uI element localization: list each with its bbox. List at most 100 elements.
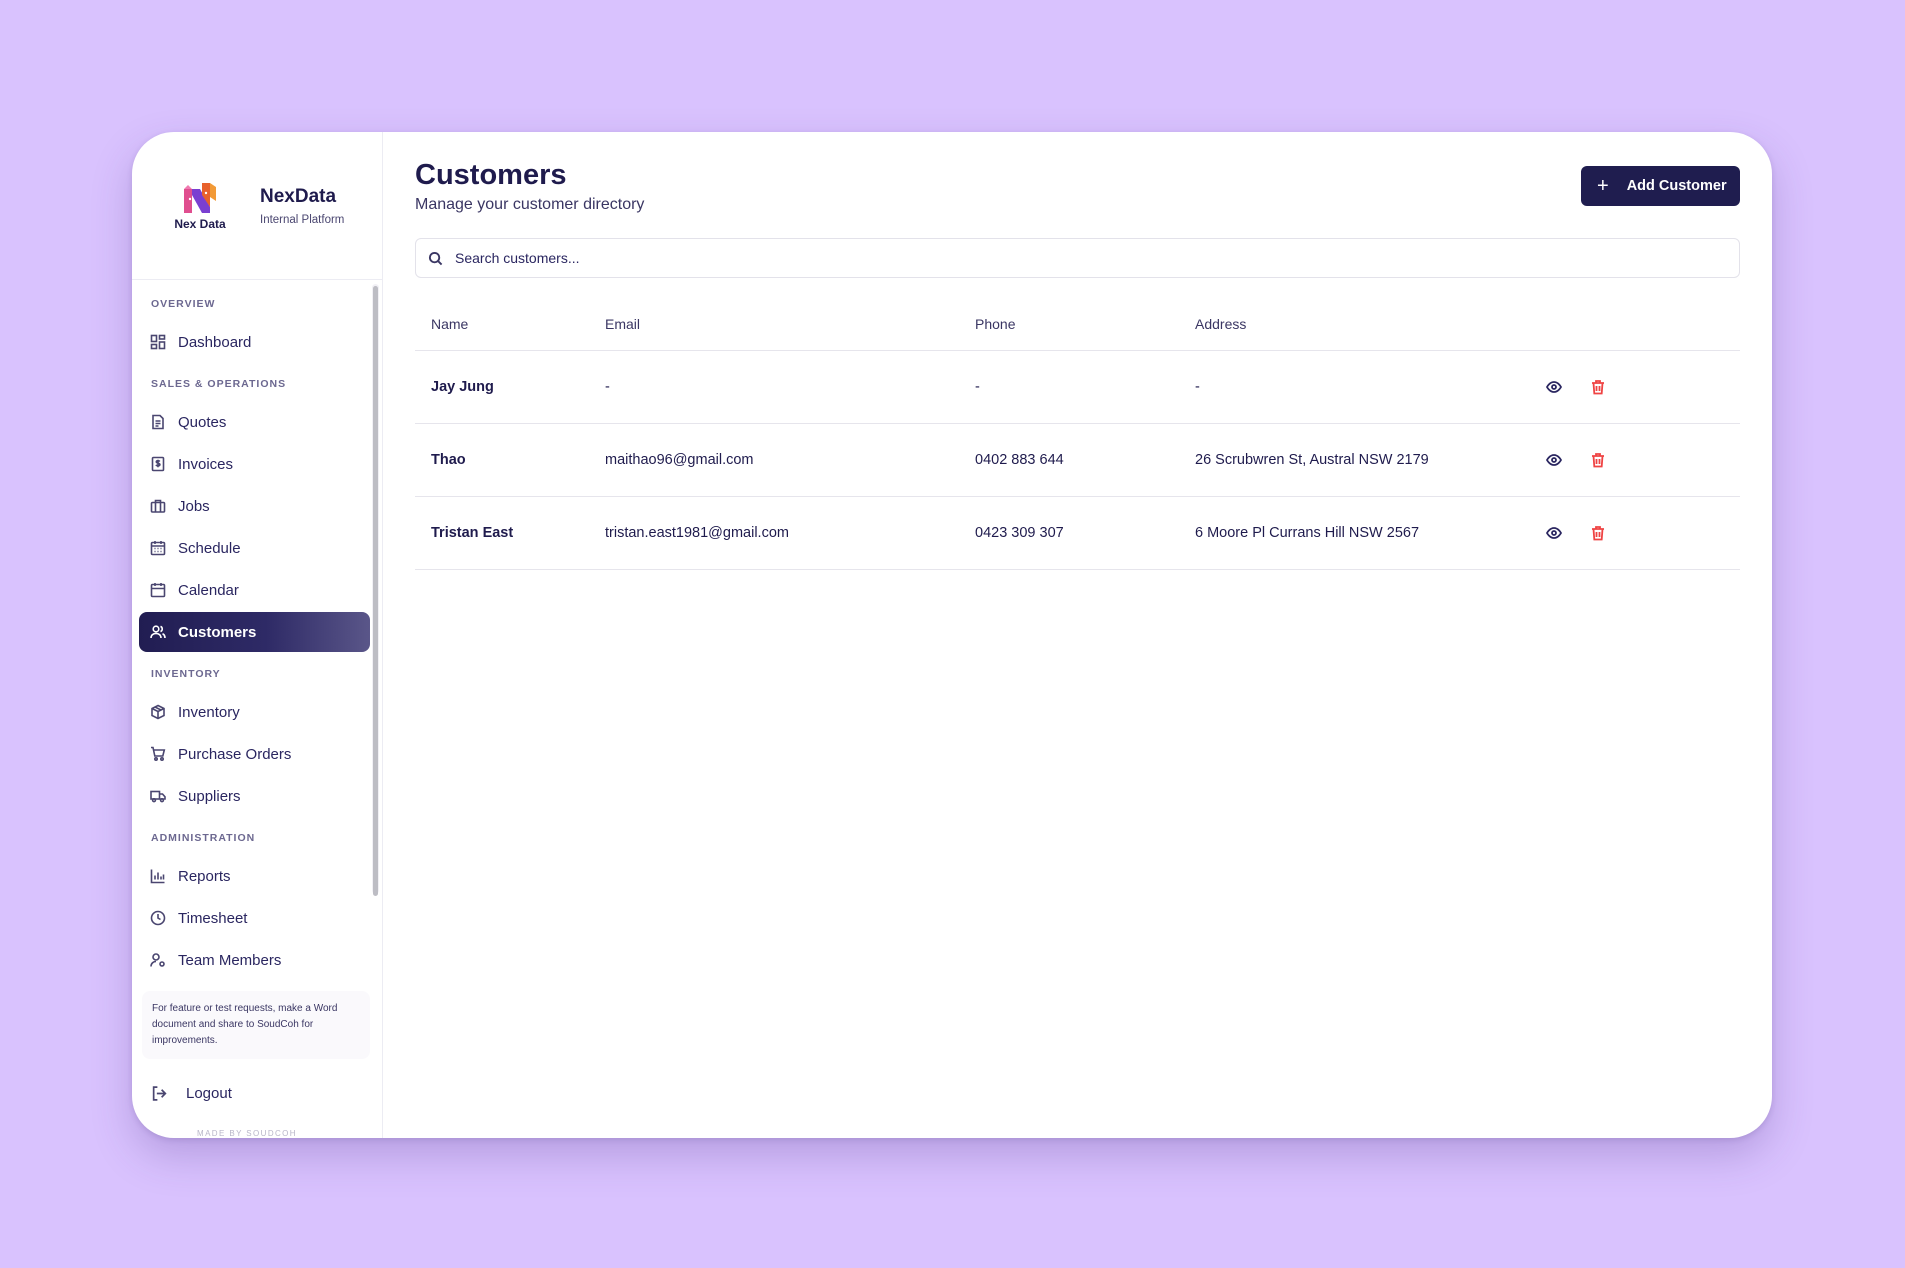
add-customer-button[interactable]: + Add Customer — [1581, 166, 1740, 206]
sidebar: Nex Data NexData Internal Platform OVERV… — [132, 132, 383, 1138]
customer-phone: 0402 883 644 — [975, 423, 1195, 497]
briefcase-icon — [150, 498, 166, 514]
column-header-address[interactable]: Address — [1195, 298, 1545, 351]
user-cog-icon — [150, 952, 166, 968]
package-icon — [150, 704, 166, 720]
plus-icon: + — [1597, 175, 1609, 197]
sidebar-item-reports[interactable]: Reports — [139, 856, 370, 896]
sidebar-item-label: Timesheet — [178, 909, 248, 927]
table-row[interactable]: Tristan East tristan.east1981@gmail.com … — [415, 496, 1740, 570]
brand-logo[interactable]: Nex Data — [170, 181, 230, 231]
row-actions — [1545, 350, 1740, 424]
customer-name: Jay Jung — [415, 350, 605, 424]
logout-button[interactable]: Logout — [132, 1075, 382, 1111]
page-title: Customers — [415, 159, 567, 191]
cart-icon — [150, 746, 166, 762]
delete-trash-icon[interactable] — [1589, 378, 1607, 396]
customers-table: Name Email Phone Address Jay Jung - - - — [415, 298, 1740, 570]
app-window: Nex Data NexData Internal Platform OVERV… — [132, 132, 1772, 1138]
column-header-phone[interactable]: Phone — [975, 298, 1195, 351]
brand-subtitle: Internal Platform — [260, 213, 345, 226]
search-input[interactable] — [455, 250, 1739, 266]
sidebar-item-label: Purchase Orders — [178, 745, 292, 763]
sidebar-item-inventory[interactable]: Inventory — [139, 692, 370, 732]
dashboard-icon — [150, 334, 166, 350]
invoice-dollar-icon — [150, 456, 166, 472]
sidebar-item-label: Invoices — [178, 455, 234, 473]
sidebar-item-label: Inventory — [178, 703, 240, 721]
brand-name: NexData — [260, 185, 337, 207]
customer-address: 6 Moore Pl Currans Hill NSW 2567 — [1195, 496, 1545, 570]
sidebar-item-quotes[interactable]: Quotes — [139, 402, 370, 442]
view-eye-icon[interactable] — [1545, 524, 1563, 542]
users-icon — [150, 624, 166, 640]
delete-trash-icon[interactable] — [1589, 451, 1607, 469]
search-bar[interactable] — [415, 238, 1740, 278]
truck-icon — [150, 788, 166, 804]
sidebar-item-schedule[interactable]: Schedule — [139, 528, 370, 568]
table-header-row: Name Email Phone Address — [415, 298, 1740, 351]
document-icon — [150, 414, 166, 430]
sidebar-item-label: Jobs — [178, 497, 210, 515]
customer-phone: - — [975, 350, 1195, 424]
sidebar-item-calendar[interactable]: Calendar — [139, 570, 370, 610]
customer-address: - — [1195, 350, 1545, 424]
logout-label: Logout — [186, 1084, 232, 1102]
sidebar-item-invoices[interactable]: Invoices — [139, 444, 370, 484]
customer-name: Tristan East — [415, 496, 605, 570]
customer-name: Thao — [415, 423, 605, 497]
table-row[interactable]: Thao maithao96@gmail.com 0402 883 644 26… — [415, 423, 1740, 497]
sidebar-item-suppliers[interactable]: Suppliers — [139, 776, 370, 816]
customer-email: tristan.east1981@gmail.com — [605, 496, 975, 570]
brand-text: NexData Internal Platform — [260, 186, 344, 226]
customer-email: - — [605, 350, 975, 424]
customer-email: maithao96@gmail.com — [605, 423, 975, 497]
logout-icon — [152, 1085, 167, 1101]
section-label-admin: ADMINISTRATION — [151, 832, 256, 844]
view-eye-icon[interactable] — [1545, 378, 1563, 396]
main-content: Customers Manage your customer directory… — [383, 132, 1772, 1138]
sidebar-item-purchase-orders[interactable]: Purchase Orders — [139, 734, 370, 774]
sidebar-item-jobs[interactable]: Jobs — [139, 486, 370, 526]
page-subtitle: Manage your customer directory — [415, 196, 645, 213]
delete-trash-icon[interactable] — [1589, 524, 1607, 542]
search-icon — [428, 251, 443, 265]
sidebar-item-timesheet[interactable]: Timesheet — [139, 898, 370, 938]
add-customer-label: Add Customer — [1626, 178, 1727, 194]
sidebar-item-label: Quotes — [178, 413, 227, 431]
sidebar-item-label: Schedule — [178, 539, 241, 557]
column-header-email[interactable]: Email — [605, 298, 975, 351]
sidebar-item-label: Team Members — [178, 951, 282, 969]
sidebar-item-team-members[interactable]: Team Members — [139, 940, 370, 979]
section-label-sales: SALES & OPERATIONS — [151, 378, 287, 390]
sidebar-scrollbar-thumb[interactable] — [373, 286, 378, 896]
clock-icon — [150, 910, 166, 926]
sidebar-item-label: Suppliers — [178, 787, 241, 805]
customer-address: 26 Scrubwren St, Austral NSW 2179 — [1195, 423, 1545, 497]
view-eye-icon[interactable] — [1545, 451, 1563, 469]
logo-text: Nex Data — [174, 216, 226, 231]
sidebar-nav: OVERVIEW Dashboard SALES & OPERATIONS Qu… — [132, 280, 382, 979]
customer-phone: 0423 309 307 — [975, 496, 1195, 570]
sidebar-item-label: Dashboard — [178, 333, 252, 351]
bar-chart-icon — [150, 868, 166, 884]
sidebar-item-label: Reports — [178, 867, 231, 885]
sidebar-scrollbar[interactable] — [372, 284, 379, 896]
section-label-overview: OVERVIEW — [151, 298, 216, 310]
sidebar-item-dashboard[interactable]: Dashboard — [139, 322, 370, 362]
row-actions — [1545, 496, 1740, 570]
sidebar-item-label: Customers — [178, 623, 257, 641]
table-row[interactable]: Jay Jung - - - — [415, 350, 1740, 424]
row-actions — [1545, 423, 1740, 497]
calendar-grid-icon — [150, 540, 166, 556]
nexdata-logo-icon — [184, 182, 216, 213]
column-header-name[interactable]: Name — [415, 298, 605, 351]
sidebar-item-customers[interactable]: Customers — [139, 612, 370, 652]
column-header-actions — [1545, 298, 1740, 351]
sidebar-item-label: Calendar — [178, 581, 239, 599]
calendar-icon — [150, 582, 166, 598]
feature-request-note: For feature or test requests, make a Wor… — [142, 991, 370, 1059]
made-by-footer: MADE BY SOUDCOH — [197, 1129, 297, 1138]
brand-header: Nex Data NexData Internal Platform — [132, 132, 382, 280]
section-label-inventory: INVENTORY — [151, 668, 221, 680]
